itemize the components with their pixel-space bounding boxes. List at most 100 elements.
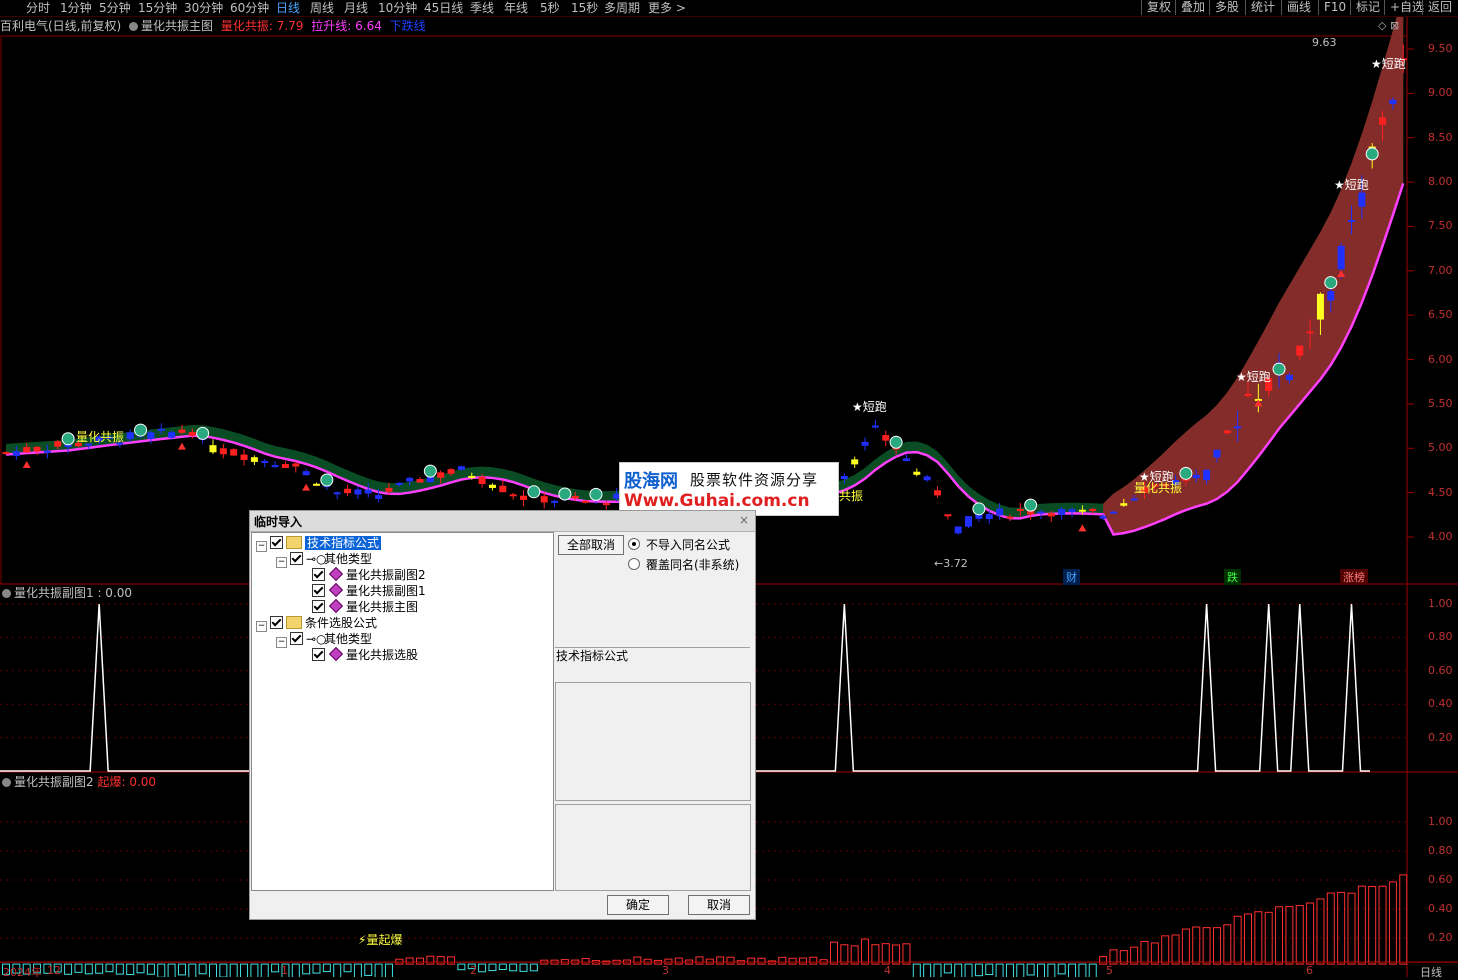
candle-body	[1120, 503, 1128, 506]
rights-button[interactable]: 复权	[1141, 0, 1176, 15]
checkbox[interactable]	[312, 648, 325, 661]
radio-dot-icon[interactable]	[628, 538, 640, 550]
tree-node-other-types[interactable]: − ⊸○其他类型	[276, 551, 372, 568]
stock-title[interactable]: 百利电气(日线,前复权)	[0, 19, 121, 33]
event-tag-drop[interactable]: 跌	[1224, 569, 1241, 585]
tf-15min[interactable]: 15分钟	[138, 0, 177, 16]
tf-monthly[interactable]: 月线	[344, 0, 368, 16]
overlay-button[interactable]: 叠加	[1175, 0, 1210, 15]
indicator-name[interactable]: 量化共振主图	[141, 19, 213, 33]
y-tick-label: 1.00	[1428, 815, 1453, 828]
close-icon[interactable]: ×	[737, 513, 751, 527]
tf-30min[interactable]: 30分钟	[184, 0, 223, 16]
draw-button[interactable]: 画线	[1281, 0, 1316, 15]
checkbox[interactable]	[290, 552, 303, 565]
sub2-bar	[1347, 892, 1356, 965]
no-import-radio[interactable]: 不导入同名公式	[628, 537, 730, 553]
indicator-menu-icon[interactable]	[2, 589, 11, 598]
y-tick-label: 0.40	[1428, 902, 1453, 915]
tf-1min[interactable]: 1分钟	[60, 0, 92, 16]
candle-body	[488, 484, 496, 488]
candle-body	[1234, 426, 1242, 429]
candle-body	[364, 489, 372, 494]
tf-multi[interactable]: 多周期	[604, 0, 640, 16]
key-icon: ⊸○	[306, 552, 327, 566]
cancel-button[interactable]: 取消	[688, 895, 750, 915]
event-tag-finance[interactable]: 财	[1063, 569, 1080, 585]
dialog-titlebar[interactable]: 临时导入 ×	[250, 511, 755, 532]
y-tick-label: 4.00	[1428, 530, 1453, 543]
tf-quarter[interactable]: 季线	[470, 0, 494, 16]
candle-body	[1203, 469, 1211, 481]
x-label: 5	[1106, 964, 1113, 977]
checkbox[interactable]	[312, 600, 325, 613]
tf-fenshi[interactable]: 分时	[26, 0, 50, 16]
sub2-title[interactable]: 量化共振副图2 起爆: 0.00	[2, 774, 156, 790]
tf-45day[interactable]: 45日线	[424, 0, 463, 16]
tree-node-stock-screen[interactable]: − 条件选股公式	[256, 615, 377, 632]
checkbox[interactable]	[290, 632, 303, 645]
indicator-menu-icon[interactable]	[129, 22, 139, 31]
tf-5sec[interactable]: 5秒	[540, 0, 560, 16]
tf-daily[interactable]: 日线	[276, 0, 300, 16]
overwrite-radio[interactable]: 覆盖同名(非系统)	[628, 557, 739, 573]
candle-body	[1192, 474, 1200, 479]
mark-button[interactable]: 标记	[1350, 0, 1385, 15]
folder-icon	[286, 616, 302, 629]
panel-expand-icon[interactable]: ◇ ⊠	[1378, 19, 1399, 32]
period-indicator[interactable]: 日线	[1420, 964, 1442, 980]
ok-button[interactable]: 确定	[607, 895, 669, 915]
checkbox[interactable]	[270, 616, 283, 629]
tree-item-formula[interactable]: 量化共振副图2	[312, 566, 426, 583]
sub1-title[interactable]: 量化共振副图1 : 0.00	[2, 585, 132, 601]
legend-resonance: 量化共振: 7.79	[220, 19, 304, 33]
candle-body	[54, 441, 62, 447]
sub2-bar	[1192, 926, 1201, 965]
candle-body	[1037, 511, 1045, 514]
tree-node-other-types[interactable]: − ⊸○其他类型	[276, 631, 372, 648]
checkbox[interactable]	[312, 584, 325, 597]
preview-box[interactable]	[555, 804, 751, 891]
tf-10min[interactable]: 10分钟	[378, 0, 417, 16]
tf-weekly[interactable]: 周线	[310, 0, 334, 16]
candle-body	[468, 475, 476, 478]
checkbox[interactable]	[312, 568, 325, 581]
tree-node-tech-indicators[interactable]: − 技术指标公式	[256, 535, 382, 552]
description-box[interactable]	[555, 682, 751, 801]
candle-body	[851, 459, 859, 465]
tree-item-formula[interactable]: 量化共振主图	[312, 598, 418, 615]
f10-button[interactable]: F10	[1318, 0, 1351, 15]
y-tick-label: 7.00	[1428, 263, 1453, 277]
collapse-icon[interactable]: −	[276, 557, 287, 568]
candle-body	[985, 514, 993, 520]
short-run-marker: ★短跑	[1334, 178, 1369, 192]
formula-tree[interactable]: − 技术指标公式 − ⊸○其他类型 量化共振副图2 量化共振副图1 量化共振主图 −…	[251, 532, 554, 891]
radio-dot-icon[interactable]	[628, 558, 640, 570]
cancel-all-button[interactable]: 全部取消	[558, 535, 624, 555]
tree-item-formula[interactable]: 量化共振副图1	[312, 582, 426, 599]
tf-60min[interactable]: 60分钟	[230, 0, 269, 16]
candle-body	[281, 464, 289, 468]
stats-button[interactable]: 统计	[1245, 0, 1280, 15]
collapse-icon[interactable]: −	[256, 621, 267, 632]
candle-body	[271, 465, 279, 468]
tf-15sec[interactable]: 15秒	[571, 0, 598, 16]
collapse-icon[interactable]: −	[256, 541, 267, 552]
candle-body	[1130, 498, 1138, 501]
candle-body	[292, 463, 300, 467]
back-button[interactable]: 返回	[1422, 0, 1457, 15]
sub2-bar	[1181, 928, 1190, 965]
checkbox[interactable]	[270, 536, 283, 549]
tree-item-formula[interactable]: 量化共振选股	[312, 646, 418, 663]
tf-5min[interactable]: 5分钟	[99, 0, 131, 16]
multi-stock-button[interactable]: 多股	[1209, 0, 1244, 15]
indicator-menu-icon[interactable]	[2, 778, 11, 787]
candle-body	[333, 492, 341, 495]
sub2-bar	[1275, 906, 1284, 965]
tf-year[interactable]: 年线	[504, 0, 528, 16]
y-tick-label: 8.00	[1428, 175, 1453, 189]
low-price-label: ←3.72	[934, 557, 968, 570]
event-tag-rank[interactable]: 涨榜	[1340, 569, 1368, 585]
collapse-icon[interactable]: −	[276, 637, 287, 648]
tf-more[interactable]: 更多 >	[648, 0, 686, 16]
